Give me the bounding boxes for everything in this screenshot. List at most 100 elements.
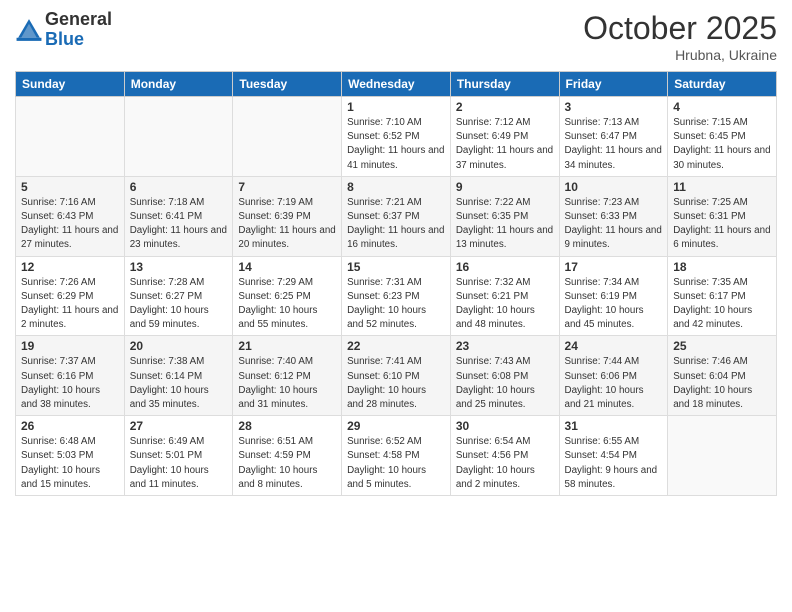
day-info: Sunrise: 7:38 AM Sunset: 6:14 PM Dayligh… [130, 355, 228, 412]
table-row: 12 Sunrise: 7:26 AM Sunset: 6:29 PM Dayli… [16, 256, 125, 336]
table-row: 18 Sunrise: 7:35 AM Sunset: 6:17 PM Dayli… [668, 256, 777, 336]
day-info: Sunrise: 7:25 AM Sunset: 6:31 PM Dayligh… [673, 196, 771, 253]
day-info: Sunrise: 7:12 AM Sunset: 6:49 PM Dayligh… [456, 116, 554, 173]
day-number: 7 [238, 180, 336, 194]
day-number: 9 [456, 180, 554, 194]
day-info: Sunrise: 7:10 AM Sunset: 6:52 PM Dayligh… [347, 116, 445, 173]
day-info: Sunrise: 7:16 AM Sunset: 6:43 PM Dayligh… [21, 196, 119, 253]
logo: General Blue [15, 10, 112, 50]
table-row: 1Sunrise: 7:10 AM Sunset: 6:52 PM Daylig… [342, 97, 451, 177]
col-thursday: Thursday [450, 72, 559, 97]
day-number: 17 [565, 260, 663, 274]
day-number: 21 [238, 339, 336, 353]
logo-text: General Blue [45, 10, 112, 50]
day-info: Sunrise: 6:52 AM Sunset: 4:58 PM Dayligh… [347, 435, 445, 492]
calendar-week-row: 19 Sunrise: 7:37 AM Sunset: 6:16 PM Dayli… [16, 336, 777, 416]
day-info: Sunrise: 7:22 AM Sunset: 6:35 PM Dayligh… [456, 196, 554, 253]
day-info: Sunrise: 7:13 AM Sunset: 6:47 PM Dayligh… [565, 116, 663, 173]
day-number: 10 [565, 180, 663, 194]
calendar-week-row: 26 Sunrise: 6:48 AM Sunset: 5:03 PM Dayli… [16, 416, 777, 496]
day-number: 23 [456, 339, 554, 353]
calendar-table: Sunday Monday Tuesday Wednesday Thursday… [15, 71, 777, 496]
table-row: 21 Sunrise: 7:40 AM Sunset: 6:12 PM Dayli… [233, 336, 342, 416]
table-row: 25 Sunrise: 7:46 AM Sunset: 6:04 PM Dayli… [668, 336, 777, 416]
table-row: 20 Sunrise: 7:38 AM Sunset: 6:14 PM Dayli… [124, 336, 233, 416]
calendar-header-row: Sunday Monday Tuesday Wednesday Thursday… [16, 72, 777, 97]
location: Hrubna, Ukraine [583, 47, 777, 63]
table-row: 31Sunrise: 6:55 AM Sunset: 4:54 PM Dayli… [559, 416, 668, 496]
table-row: 22 Sunrise: 7:41 AM Sunset: 6:10 PM Dayli… [342, 336, 451, 416]
day-info: Sunrise: 7:40 AM Sunset: 6:12 PM Dayligh… [238, 355, 336, 412]
day-number: 30 [456, 419, 554, 433]
col-friday: Friday [559, 72, 668, 97]
table-row [668, 416, 777, 496]
day-number: 14 [238, 260, 336, 274]
month-title: October 2025 [583, 10, 777, 47]
table-row: 24 Sunrise: 7:44 AM Sunset: 6:06 PM Dayli… [559, 336, 668, 416]
calendar-week-row: 5 Sunrise: 7:16 AM Sunset: 6:43 PM Daylig… [16, 176, 777, 256]
col-wednesday: Wednesday [342, 72, 451, 97]
table-row: 17 Sunrise: 7:34 AM Sunset: 6:19 PM Dayli… [559, 256, 668, 336]
day-number: 19 [21, 339, 119, 353]
table-row: 23Sunrise: 7:43 AM Sunset: 6:08 PM Dayli… [450, 336, 559, 416]
day-number: 26 [21, 419, 119, 433]
table-row: 8 Sunrise: 7:21 AM Sunset: 6:37 PM Daylig… [342, 176, 451, 256]
day-info: Sunrise: 6:54 AM Sunset: 4:56 PM Dayligh… [456, 435, 554, 492]
day-info: Sunrise: 7:26 AM Sunset: 6:29 PM Dayligh… [21, 276, 119, 333]
day-number: 29 [347, 419, 445, 433]
table-row: 5 Sunrise: 7:16 AM Sunset: 6:43 PM Daylig… [16, 176, 125, 256]
day-number: 3 [565, 100, 663, 114]
day-info: Sunrise: 6:51 AM Sunset: 4:59 PM Dayligh… [238, 435, 336, 492]
day-info: Sunrise: 7:29 AM Sunset: 6:25 PM Dayligh… [238, 276, 336, 333]
day-info: Sunrise: 7:15 AM Sunset: 6:45 PM Dayligh… [673, 116, 771, 173]
table-row: 15 Sunrise: 7:31 AM Sunset: 6:23 PM Dayli… [342, 256, 451, 336]
day-number: 31 [565, 419, 663, 433]
day-number: 24 [565, 339, 663, 353]
logo-icon [15, 16, 43, 44]
day-number: 22 [347, 339, 445, 353]
day-number: 20 [130, 339, 228, 353]
day-info: Sunrise: 7:34 AM Sunset: 6:19 PM Dayligh… [565, 276, 663, 333]
day-info: Sunrise: 6:48 AM Sunset: 5:03 PM Dayligh… [21, 435, 119, 492]
table-row: 26 Sunrise: 6:48 AM Sunset: 5:03 PM Dayli… [16, 416, 125, 496]
table-row: 10Sunrise: 7:23 AM Sunset: 6:33 PM Dayli… [559, 176, 668, 256]
day-info: Sunrise: 7:31 AM Sunset: 6:23 PM Dayligh… [347, 276, 445, 333]
day-number: 15 [347, 260, 445, 274]
day-number: 18 [673, 260, 771, 274]
day-info: Sunrise: 7:41 AM Sunset: 6:10 PM Dayligh… [347, 355, 445, 412]
calendar-week-row: 12 Sunrise: 7:26 AM Sunset: 6:29 PM Dayli… [16, 256, 777, 336]
table-row [16, 97, 125, 177]
table-row: 3 Sunrise: 7:13 AM Sunset: 6:47 PM Daylig… [559, 97, 668, 177]
day-number: 11 [673, 180, 771, 194]
header: General Blue October 2025 Hrubna, Ukrain… [15, 10, 777, 63]
day-number: 8 [347, 180, 445, 194]
day-number: 5 [21, 180, 119, 194]
day-number: 13 [130, 260, 228, 274]
table-row: 30 Sunrise: 6:54 AM Sunset: 4:56 PM Dayli… [450, 416, 559, 496]
logo-blue: Blue [45, 30, 112, 50]
table-row: 6Sunrise: 7:18 AM Sunset: 6:41 PM Daylig… [124, 176, 233, 256]
day-info: Sunrise: 6:49 AM Sunset: 5:01 PM Dayligh… [130, 435, 228, 492]
day-number: 12 [21, 260, 119, 274]
table-row: 28 Sunrise: 6:51 AM Sunset: 4:59 PM Dayli… [233, 416, 342, 496]
day-number: 25 [673, 339, 771, 353]
day-info: Sunrise: 7:35 AM Sunset: 6:17 PM Dayligh… [673, 276, 771, 333]
table-row: 16Sunrise: 7:32 AM Sunset: 6:21 PM Dayli… [450, 256, 559, 336]
table-row: 9 Sunrise: 7:22 AM Sunset: 6:35 PM Daylig… [450, 176, 559, 256]
table-row [233, 97, 342, 177]
day-info: Sunrise: 7:37 AM Sunset: 6:16 PM Dayligh… [21, 355, 119, 412]
table-row: 13Sunrise: 7:28 AM Sunset: 6:27 PM Dayli… [124, 256, 233, 336]
day-info: Sunrise: 7:46 AM Sunset: 6:04 PM Dayligh… [673, 355, 771, 412]
day-info: Sunrise: 7:18 AM Sunset: 6:41 PM Dayligh… [130, 196, 228, 253]
col-saturday: Saturday [668, 72, 777, 97]
day-number: 28 [238, 419, 336, 433]
day-info: Sunrise: 7:32 AM Sunset: 6:21 PM Dayligh… [456, 276, 554, 333]
day-number: 27 [130, 419, 228, 433]
day-info: Sunrise: 7:21 AM Sunset: 6:37 PM Dayligh… [347, 196, 445, 253]
table-row: 19 Sunrise: 7:37 AM Sunset: 6:16 PM Dayli… [16, 336, 125, 416]
calendar-week-row: 1Sunrise: 7:10 AM Sunset: 6:52 PM Daylig… [16, 97, 777, 177]
col-tuesday: Tuesday [233, 72, 342, 97]
day-info: Sunrise: 7:44 AM Sunset: 6:06 PM Dayligh… [565, 355, 663, 412]
table-row: 11 Sunrise: 7:25 AM Sunset: 6:31 PM Dayli… [668, 176, 777, 256]
col-sunday: Sunday [16, 72, 125, 97]
